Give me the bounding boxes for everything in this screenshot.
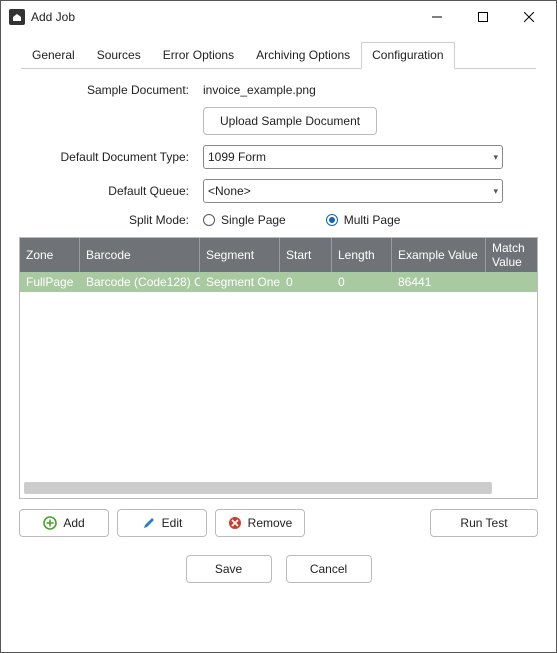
run-test-button[interactable]: Run Test [430, 509, 538, 537]
upload-sample-document-button[interactable]: Upload Sample Document [203, 107, 377, 135]
close-button[interactable] [506, 2, 552, 32]
tab-error-options[interactable]: Error Options [152, 42, 245, 69]
minimize-button[interactable] [414, 2, 460, 32]
cancel-button[interactable]: Cancel [286, 555, 372, 583]
tab-strip: General Sources Error Options Archiving … [21, 41, 536, 69]
radio-multi-page[interactable]: Multi Page [326, 213, 401, 227]
configuration-form: Sample Document: invoice_example.png Upl… [15, 83, 542, 537]
col-segment[interactable]: Segment [200, 238, 280, 272]
scrollbar-thumb[interactable] [24, 482, 492, 494]
sample-document-filename: invoice_example.png [203, 83, 316, 97]
maximize-button[interactable] [460, 2, 506, 32]
grid-header: Zone Barcode Segment Start Length Exampl… [20, 238, 538, 272]
radio-label: Multi Page [344, 213, 401, 227]
button-label: Edit [162, 516, 183, 530]
chevron-down-icon: ▾ [493, 186, 498, 197]
titlebar: Add Job [1, 1, 556, 33]
cell-segment: Segment One [200, 275, 280, 289]
window-title: Add Job [31, 10, 75, 24]
add-job-dialog: Add Job General Sources Error Options Ar… [0, 0, 557, 653]
button-label: Run Test [460, 516, 507, 530]
tab-archiving-options[interactable]: Archiving Options [245, 42, 361, 69]
save-button[interactable]: Save [186, 555, 272, 583]
tab-configuration[interactable]: Configuration [361, 42, 454, 69]
cell-barcode: Barcode (Code128) One [80, 275, 200, 289]
radio-label: Single Page [221, 213, 286, 227]
col-start[interactable]: Start [280, 238, 332, 272]
col-length[interactable]: Length [332, 238, 392, 272]
row-upload: Upload Sample Document [19, 107, 538, 135]
col-zone[interactable]: Zone [20, 238, 80, 272]
app-icon [9, 9, 25, 25]
tab-general[interactable]: General [21, 42, 86, 69]
dialog-button-row: Save Cancel [15, 537, 542, 589]
row-default-queue: Default Queue: <None> ▾ [19, 179, 538, 203]
window-controls [414, 2, 552, 32]
radio-icon [326, 214, 338, 226]
pencil-icon [142, 516, 156, 530]
plus-icon [43, 516, 57, 530]
remove-icon [228, 516, 242, 530]
segments-grid[interactable]: Zone Barcode Segment Start Length Exampl… [19, 237, 538, 499]
grid-button-row: Add Edit Remove Run Test [19, 509, 538, 537]
col-match-value[interactable]: Match Value [486, 238, 538, 272]
cell-start: 0 [280, 275, 332, 289]
select-value: 1099 Form [208, 150, 493, 164]
label-default-queue: Default Queue: [19, 184, 203, 198]
table-row[interactable]: FullPage Barcode (Code128) One Segment O… [20, 272, 538, 292]
label-split-mode: Split Mode: [19, 213, 203, 227]
chevron-down-icon: ▾ [493, 152, 498, 163]
button-label: Remove [248, 516, 293, 530]
default-queue-select[interactable]: <None> ▾ [203, 179, 503, 203]
label-default-doc-type: Default Document Type: [19, 150, 203, 164]
cell-example: 86441 [392, 275, 486, 289]
col-example-value[interactable]: Example Value [392, 238, 486, 272]
radio-icon [203, 214, 215, 226]
remove-button[interactable]: Remove [215, 509, 305, 537]
button-label: Add [63, 516, 84, 530]
row-default-doc-type: Default Document Type: 1099 Form ▾ [19, 145, 538, 169]
label-sample-document: Sample Document: [19, 83, 203, 97]
select-value: <None> [208, 184, 493, 198]
horizontal-scrollbar[interactable] [24, 482, 533, 494]
col-barcode[interactable]: Barcode [80, 238, 200, 272]
tab-sources[interactable]: Sources [86, 42, 152, 69]
cell-zone: FullPage [20, 275, 80, 289]
split-mode-radio-group: Single Page Multi Page [203, 213, 538, 227]
row-sample-document: Sample Document: invoice_example.png [19, 83, 538, 97]
row-split-mode: Split Mode: Single Page Multi Page [19, 213, 538, 227]
dialog-content: General Sources Error Options Archiving … [1, 33, 556, 652]
edit-button[interactable]: Edit [117, 509, 207, 537]
radio-single-page[interactable]: Single Page [203, 213, 286, 227]
cell-length: 0 [332, 275, 392, 289]
default-document-type-select[interactable]: 1099 Form ▾ [203, 145, 503, 169]
add-button[interactable]: Add [19, 509, 109, 537]
